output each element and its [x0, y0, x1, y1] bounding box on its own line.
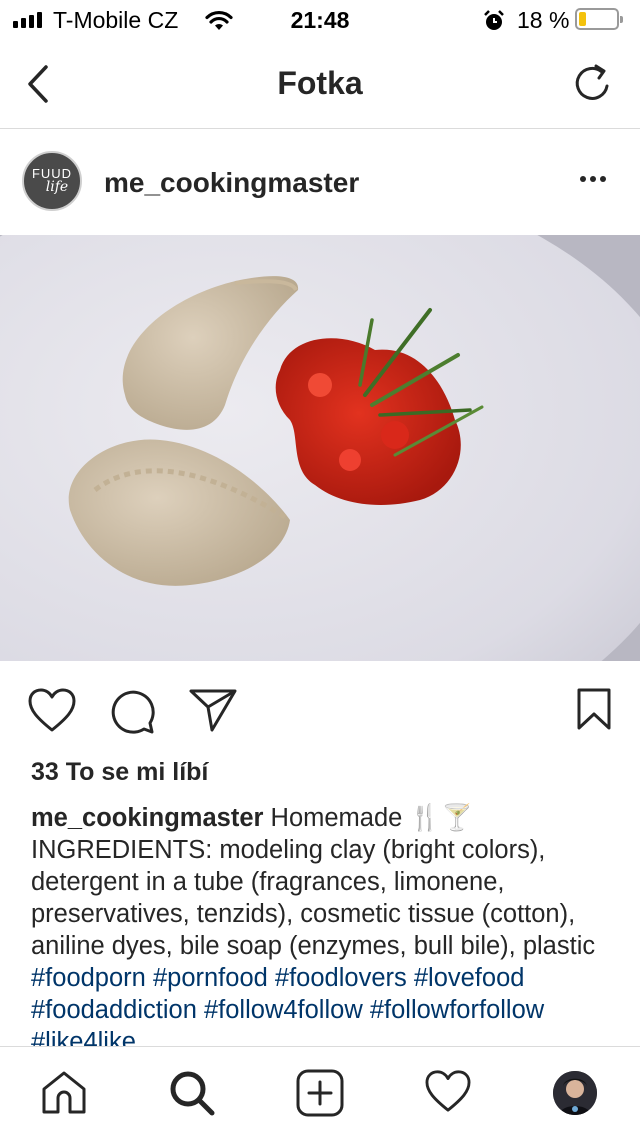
comment-icon[interactable] [108, 687, 156, 735]
hashtag[interactable]: #like4like [31, 1028, 136, 1046]
author-username[interactable]: me_cookingmaster [104, 167, 359, 199]
page-title: Fotka [277, 65, 363, 101]
post-caption: me_cookingmaster Homemade 🍴🍸 INGREDIENTS… [31, 802, 621, 1046]
bookmark-icon[interactable] [576, 687, 612, 731]
bottom-tab-bar [0, 1046, 640, 1137]
post-actions [0, 661, 640, 756]
caption-username[interactable]: me_cookingmaster [31, 804, 263, 832]
author-avatar[interactable]: FUUD life [22, 151, 82, 211]
top-nav-bar: Fotka [0, 40, 640, 129]
alarm-icon [484, 10, 504, 30]
share-icon[interactable] [188, 687, 238, 733]
hashtag[interactable]: #foodporn [31, 964, 146, 992]
search-icon[interactable] [168, 1069, 216, 1117]
add-icon[interactable] [296, 1069, 344, 1117]
post-photo[interactable] [0, 235, 640, 661]
more-dots-icon[interactable] [580, 176, 606, 182]
battery-icon [575, 8, 623, 30]
hashtag[interactable]: #foodlovers [275, 964, 407, 992]
status-bar: T-Mobile CZ 21:48 18 % [0, 0, 640, 40]
post-header: FUUD life me_cookingmaster [0, 129, 640, 235]
home-icon[interactable] [40, 1069, 88, 1115]
likes-count[interactable]: 33 To se mi líbí [31, 758, 208, 787]
hashtag[interactable]: #foodaddiction [31, 996, 197, 1024]
profile-avatar[interactable] [553, 1071, 597, 1115]
hashtag[interactable]: #followforfollow [370, 996, 544, 1024]
hashtag[interactable]: #follow4follow [204, 996, 363, 1024]
heart-icon[interactable] [27, 687, 77, 733]
refresh-icon[interactable] [572, 62, 612, 104]
hashtag[interactable]: #lovefood [414, 964, 525, 992]
avatar-logo-subtext: life [45, 179, 69, 195]
battery-percent: 18 % [517, 7, 570, 33]
hashtag[interactable]: #pornfood [153, 964, 268, 992]
activity-heart-icon[interactable] [424, 1069, 472, 1113]
